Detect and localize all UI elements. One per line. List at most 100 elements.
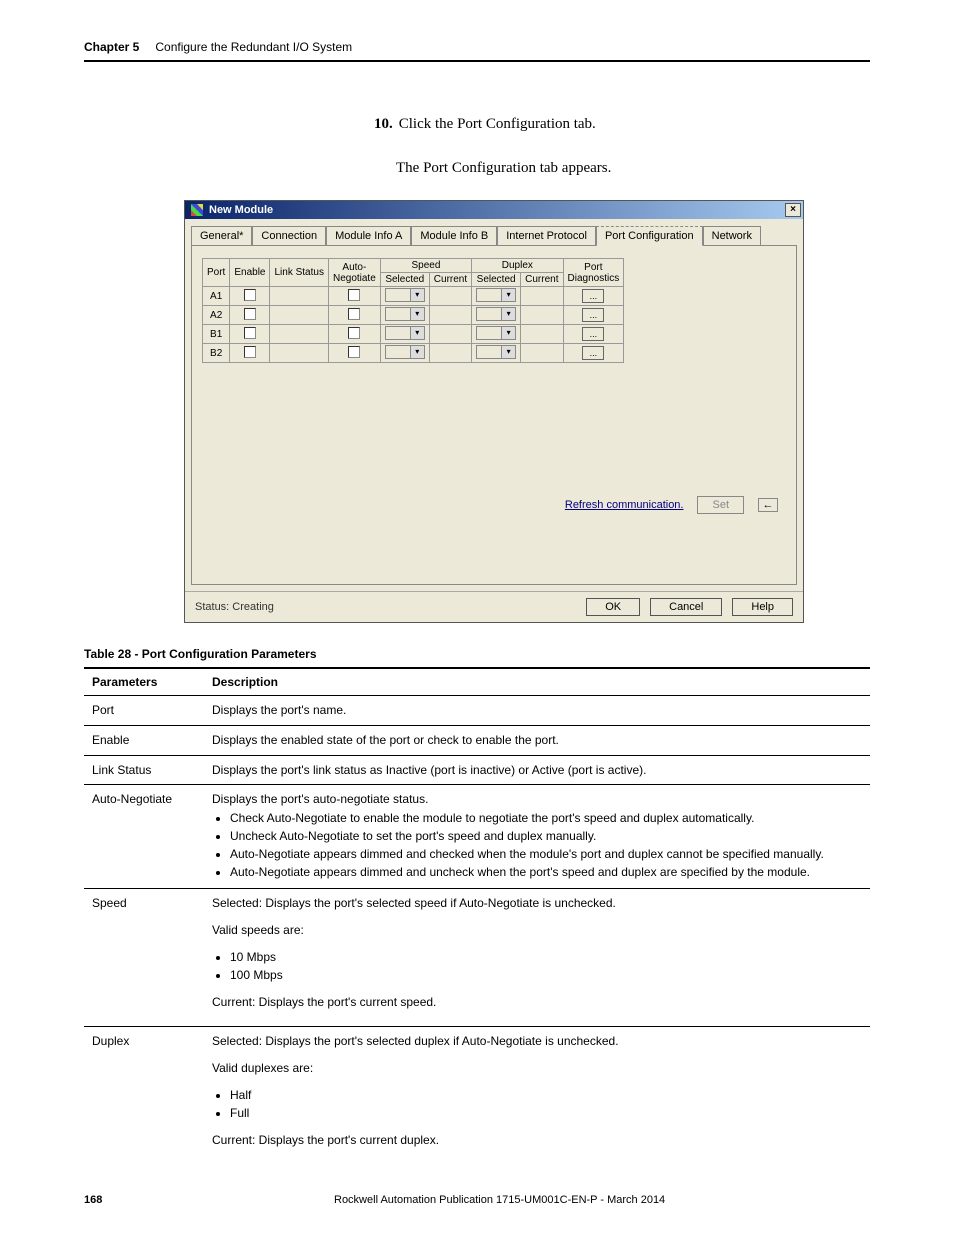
duplex-selected-dropdown[interactable]: ▾ bbox=[476, 345, 516, 359]
chapter-title: Configure the Redundant I/O System bbox=[155, 40, 352, 54]
param-name: Auto-Negotiate bbox=[84, 785, 204, 889]
ok-button[interactable]: OK bbox=[586, 598, 640, 616]
tab-port-configuration[interactable]: Port Configuration bbox=[596, 226, 703, 246]
param-name: Port bbox=[84, 696, 204, 726]
speed-current-cell bbox=[429, 287, 471, 306]
speed-selected-dropdown[interactable]: ▾ bbox=[385, 326, 425, 340]
tab-module-info-a[interactable]: Module Info A bbox=[326, 226, 411, 246]
step-text: Click the Port Configuration tab. bbox=[399, 116, 596, 132]
tabs-row: General* Connection Module Info A Module… bbox=[185, 219, 803, 245]
speed-selected-dropdown[interactable]: ▾ bbox=[385, 345, 425, 359]
speed-selected-dropdown[interactable]: ▾ bbox=[385, 288, 425, 302]
port-cell: B2 bbox=[203, 344, 230, 363]
dialog-footer: Status: Creating OK Cancel Help bbox=[185, 591, 803, 622]
window-icon bbox=[191, 204, 203, 216]
tab-general[interactable]: General* bbox=[191, 226, 252, 246]
port-diagnostics-button[interactable]: ... bbox=[582, 327, 604, 341]
param-name: Link Status bbox=[84, 755, 204, 785]
cancel-button[interactable]: Cancel bbox=[650, 598, 722, 616]
param-desc: Displays the port's auto-negotiate statu… bbox=[204, 785, 870, 889]
enable-checkbox[interactable] bbox=[244, 308, 256, 320]
table-caption: Table 28 - Port Configuration Parameters bbox=[84, 647, 870, 661]
table-row: Link Status Displays the port's link sta… bbox=[84, 755, 870, 785]
refresh-communication-link[interactable]: Refresh communication. bbox=[565, 499, 684, 511]
duplex-selected-dropdown[interactable]: ▾ bbox=[476, 307, 516, 321]
port-cell: A2 bbox=[203, 306, 230, 325]
tab-content: Port Enable Link Status Auto- Negotiate … bbox=[191, 245, 797, 585]
link-status-cell bbox=[270, 287, 328, 306]
col-duplex: Duplex bbox=[472, 259, 563, 273]
duplex-current-cell bbox=[521, 306, 563, 325]
enable-checkbox[interactable] bbox=[244, 327, 256, 339]
port-cell: A1 bbox=[203, 287, 230, 306]
tab-module-info-b[interactable]: Module Info B bbox=[411, 226, 497, 246]
table-row: Port Displays the port's name. bbox=[84, 696, 870, 726]
col-auto-negotiate: Auto- Negotiate bbox=[328, 259, 380, 287]
auto-negotiate-checkbox[interactable] bbox=[348, 346, 360, 358]
chevron-down-icon: ▾ bbox=[410, 289, 424, 301]
port-diagnostics-button[interactable]: ... bbox=[582, 289, 604, 303]
table-row: Duplex Selected: Displays the port's sel… bbox=[84, 1027, 870, 1164]
chevron-down-icon: ▾ bbox=[501, 308, 515, 320]
speed-selected-dropdown[interactable]: ▾ bbox=[385, 307, 425, 321]
port-grid: Port Enable Link Status Auto- Negotiate … bbox=[202, 258, 624, 363]
chevron-down-icon: ▾ bbox=[410, 346, 424, 358]
dialog-title: New Module bbox=[209, 204, 273, 216]
chevron-down-icon: ▾ bbox=[501, 289, 515, 301]
parameters-table: Parameters Description Port Displays the… bbox=[84, 667, 870, 1164]
param-desc: Displays the port's name. bbox=[204, 696, 870, 726]
col-speed-selected: Selected bbox=[380, 273, 429, 287]
auto-negotiate-checkbox[interactable] bbox=[348, 308, 360, 320]
col-speed-current: Current bbox=[429, 273, 471, 287]
auto-negotiate-checkbox[interactable] bbox=[348, 289, 360, 301]
param-desc: Selected: Displays the port's selected s… bbox=[204, 889, 870, 1027]
set-button[interactable]: Set bbox=[697, 496, 744, 514]
col-description: Description bbox=[204, 668, 870, 696]
link-status-cell bbox=[270, 325, 328, 344]
table-row: Auto-Negotiate Displays the port's auto-… bbox=[84, 785, 870, 889]
duplex-current-cell bbox=[521, 287, 563, 306]
table-row: Enable Displays the enabled state of the… bbox=[84, 725, 870, 755]
col-duplex-selected: Selected bbox=[472, 273, 521, 287]
step-number: 10. bbox=[374, 116, 393, 132]
page-header: Chapter 5 Configure the Redundant I/O Sy… bbox=[84, 40, 870, 62]
refresh-row: Refresh communication. Set ← bbox=[565, 496, 778, 514]
table-row: A1 ▾ ▾ ... bbox=[203, 287, 624, 306]
step-line: 10. Click the Port Configuration tab. bbox=[374, 112, 870, 136]
chevron-down-icon: ▾ bbox=[501, 327, 515, 339]
publication-info: Rockwell Automation Publication 1715-UM0… bbox=[334, 1194, 870, 1206]
speed-current-cell bbox=[429, 344, 471, 363]
link-status-cell bbox=[270, 344, 328, 363]
col-link-status: Link Status bbox=[270, 259, 328, 287]
table-row: A2 ▾ ▾ ... bbox=[203, 306, 624, 325]
help-button[interactable]: Help bbox=[732, 598, 793, 616]
tab-internet-protocol[interactable]: Internet Protocol bbox=[497, 226, 596, 246]
page-footer: 168 Rockwell Automation Publication 1715… bbox=[84, 1194, 870, 1206]
col-parameters: Parameters bbox=[84, 668, 204, 696]
tab-connection[interactable]: Connection bbox=[252, 226, 326, 246]
duplex-selected-dropdown[interactable]: ▾ bbox=[476, 326, 516, 340]
chevron-down-icon: ▾ bbox=[410, 308, 424, 320]
chevron-down-icon: ▾ bbox=[410, 327, 424, 339]
enable-checkbox[interactable] bbox=[244, 289, 256, 301]
enable-checkbox[interactable] bbox=[244, 346, 256, 358]
close-button[interactable]: × bbox=[785, 203, 801, 217]
table-row: Speed Selected: Displays the port's sele… bbox=[84, 889, 870, 1027]
duplex-current-cell bbox=[521, 325, 563, 344]
followup-text: The Port Configuration tab appears. bbox=[396, 156, 870, 180]
port-diagnostics-button[interactable]: ... bbox=[582, 346, 604, 360]
tab-network[interactable]: Network bbox=[703, 226, 761, 246]
param-name: Speed bbox=[84, 889, 204, 1027]
param-name: Enable bbox=[84, 725, 204, 755]
port-cell: B1 bbox=[203, 325, 230, 344]
col-duplex-current: Current bbox=[521, 273, 563, 287]
auto-negotiate-checkbox[interactable] bbox=[348, 327, 360, 339]
status-label: Status: Creating bbox=[195, 601, 576, 613]
table-row: B2 ▾ ▾ ... bbox=[203, 344, 624, 363]
duplex-selected-dropdown[interactable]: ▾ bbox=[476, 288, 516, 302]
back-arrow-button[interactable]: ← bbox=[758, 498, 778, 512]
param-name: Duplex bbox=[84, 1027, 204, 1164]
port-diagnostics-button[interactable]: ... bbox=[582, 308, 604, 322]
param-desc: Displays the enabled state of the port o… bbox=[204, 725, 870, 755]
duplex-current-cell bbox=[521, 344, 563, 363]
